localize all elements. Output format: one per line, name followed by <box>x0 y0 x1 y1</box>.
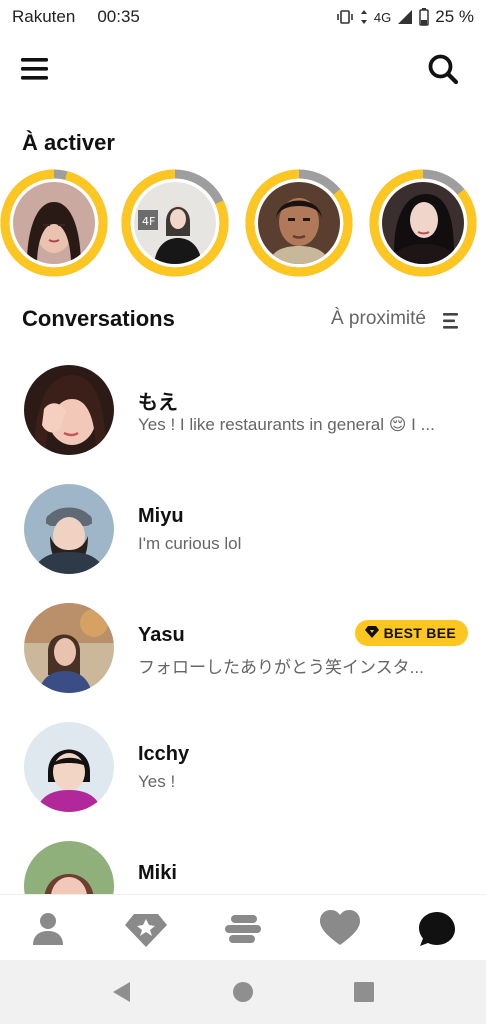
conversations-title: Conversations <box>22 306 175 331</box>
search-button[interactable] <box>426 52 460 86</box>
conversation-list: もえ Yes ! I like restaurants in general 😌… <box>0 362 486 894</box>
search-icon <box>426 54 460 90</box>
network-type: 4G <box>373 9 392 25</box>
contact-name: Miki <box>138 862 177 884</box>
nav-discover[interactable] <box>125 909 167 949</box>
status-bar: Rakuten 00:35 4G 25 % <box>0 0 486 34</box>
story-avatar-4[interactable] <box>368 168 478 278</box>
signal-icon <box>397 9 413 25</box>
recents-button[interactable] <box>352 980 376 1004</box>
person-icon <box>28 909 68 949</box>
avatar <box>24 484 114 574</box>
data-arrows-icon <box>360 9 368 25</box>
conversation-row[interactable]: Miki <box>0 838 486 894</box>
conversation-row[interactable]: Icchy Yes ! <box>0 719 486 819</box>
message-preview: フォローしたありがとう笑インスタ... <box>138 658 424 677</box>
contact-name: Yasu <box>138 624 185 646</box>
home-button[interactable] <box>231 980 255 1004</box>
best-bee-badge: BEST BEE <box>354 620 468 646</box>
to-activate-title: À activer <box>22 130 115 155</box>
message-preview: I'm curious lol <box>138 534 242 553</box>
carrier-name: Rakuten <box>12 7 76 26</box>
conversation-row[interactable]: もえ Yes ! I like restaurants in general 😌… <box>0 362 486 462</box>
avatar <box>24 603 114 693</box>
nav-profile[interactable] <box>28 909 68 949</box>
avatar <box>24 841 114 894</box>
conversation-row[interactable]: Miyu I'm curious lol <box>0 481 486 581</box>
diamond-icon <box>364 625 379 641</box>
sort-icon <box>442 313 462 334</box>
back-triangle-icon <box>110 982 134 1008</box>
stack-icon <box>223 909 263 949</box>
system-navigation-bar <box>0 960 486 1024</box>
nav-chat[interactable] <box>417 909 457 949</box>
message-preview: Yes ! <box>138 772 176 791</box>
story-photo-2: 4F <box>134 182 216 264</box>
contact-name: Icchy <box>138 743 190 765</box>
to-activate-row: 4F <box>0 168 486 278</box>
story-avatar-3[interactable] <box>244 168 354 278</box>
diamond-icon <box>125 909 167 949</box>
status-time: 00:35 <box>97 7 140 26</box>
story-photo-1 <box>13 182 95 264</box>
battery-level: 25 % <box>435 7 474 26</box>
story-photo-3 <box>258 182 340 264</box>
story-avatar-1[interactable] <box>0 168 109 278</box>
message-preview: Yes ! I like restaurants in general 😌 I … <box>138 415 435 434</box>
menu-button[interactable] <box>20 54 50 84</box>
back-button[interactable] <box>110 980 134 1004</box>
avatar <box>24 722 114 812</box>
badge-label: BEST BEE <box>383 625 456 641</box>
nav-likes[interactable] <box>320 909 360 949</box>
contact-name: もえ <box>138 392 178 414</box>
menu-icon <box>20 58 50 88</box>
story-avatar-2[interactable]: 4F <box>120 168 230 278</box>
conversations-header: Conversations À proximité <box>0 300 486 340</box>
sort-dropdown[interactable]: À proximité <box>331 308 426 330</box>
story-photo-4 <box>382 182 464 264</box>
bottom-navigation <box>0 894 486 960</box>
home-circle-icon <box>231 982 255 1008</box>
heart-icon <box>320 909 360 949</box>
contact-name: Miyu <box>138 505 184 527</box>
chat-bubble-icon <box>417 909 457 949</box>
nav-swipe[interactable] <box>223 909 263 949</box>
avatar <box>24 365 114 455</box>
battery-icon <box>419 8 429 26</box>
top-bar <box>0 46 486 94</box>
svg-text:4F: 4F <box>142 215 155 228</box>
vibrate-icon <box>336 9 354 25</box>
sort-button[interactable] <box>442 312 462 330</box>
conversation-row[interactable]: Yasu BEST BEE フォローしたありがとう笑インスタ... <box>0 600 486 700</box>
recents-square-icon <box>352 982 376 1008</box>
status-indicators: 4G 25 % <box>336 7 474 27</box>
